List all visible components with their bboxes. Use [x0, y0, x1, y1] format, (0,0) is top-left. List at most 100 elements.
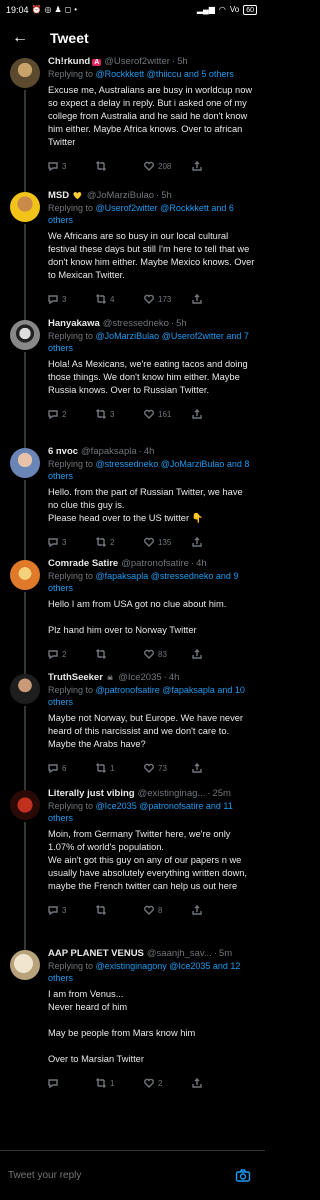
status-bar: 19:04 ⏰ ◎ ♟ ◻ • ▂▄▆ ◠ Vo 60 [0, 0, 265, 20]
retweet-icon [96, 409, 106, 419]
share-button[interactable] [192, 409, 240, 419]
share-icon [192, 294, 202, 304]
display-name[interactable]: Comrade Satire [48, 558, 118, 569]
like-button[interactable]: 2 [144, 1078, 192, 1088]
tweet[interactable]: Comrade Satire @patronofsatire · 4h Repl… [0, 558, 265, 674]
retweet-button[interactable] [96, 161, 144, 171]
avatar[interactable] [10, 790, 40, 820]
reply-button[interactable]: 3 [48, 161, 96, 171]
avatar[interactable] [10, 950, 40, 980]
share-button[interactable] [192, 161, 240, 171]
retweet-button[interactable]: 1 [96, 763, 144, 773]
share-button[interactable] [192, 1078, 240, 1088]
tweet-header: 6 пvoc @fapaksapla · 4h [48, 446, 255, 457]
avatar[interactable] [10, 58, 40, 88]
avatar[interactable] [10, 320, 40, 350]
reply-button[interactable]: 2 [48, 649, 96, 659]
user-handle[interactable]: @JoMarziBulao [87, 190, 154, 201]
user-handle[interactable]: @existinginag... [138, 788, 206, 799]
like-button[interactable]: 83 [144, 649, 192, 659]
separator-dot: · [170, 318, 175, 329]
separator-dot: · [163, 672, 167, 683]
replying-link[interactable]: @Rockkkett @thiiccu and 5 others [96, 69, 234, 79]
tweet-time: 25m [212, 788, 231, 799]
more-dot-icon: • [74, 5, 78, 14]
reply-button[interactable]: 6 [48, 763, 96, 773]
retweet-button[interactable] [96, 905, 144, 915]
retweet-button[interactable] [96, 649, 144, 659]
separator-dot: · [207, 788, 211, 799]
retweet-button[interactable]: 2 [96, 537, 144, 547]
replying-to: Replying to @Rockkkett @thiiccu and 5 ot… [48, 68, 255, 80]
share-button[interactable] [192, 763, 240, 773]
share-button[interactable] [192, 537, 240, 547]
share-icon [192, 763, 202, 773]
like-button[interactable]: 73 [144, 763, 192, 773]
display-name[interactable]: 6 пvoc [48, 446, 78, 457]
camera-icon[interactable] [235, 1168, 251, 1184]
user-handle[interactable]: @patronofsatire [121, 558, 189, 569]
tweet[interactable]: MSD 💛 @JoMarziBulao · 5h Replying to @Us… [0, 190, 265, 320]
display-name[interactable]: Hanyakawa [48, 318, 100, 329]
reply-button[interactable]: 3 [48, 294, 96, 304]
reply-icon [48, 906, 58, 915]
reply-button[interactable]: 2 [48, 409, 96, 419]
share-button[interactable] [192, 649, 240, 659]
like-count: 2 [158, 1078, 163, 1088]
share-icon [192, 905, 202, 915]
avatar[interactable] [10, 560, 40, 590]
display-name[interactable]: MSD [48, 190, 69, 201]
reply-icon [48, 410, 58, 419]
retweet-button[interactable]: 1 [96, 1078, 144, 1088]
display-name[interactable]: Ch!rkund [48, 56, 90, 67]
display-name[interactable]: AAP PLANET VENUS [48, 948, 144, 959]
display-name[interactable]: TruthSeeker [48, 672, 103, 683]
reply-icon [48, 764, 58, 773]
user-handle[interactable]: @Userof2witter [104, 56, 170, 67]
tweet-time: 5m [219, 948, 233, 959]
tweet-text: We Africans are so busy in our local cul… [48, 231, 255, 280]
tweet-time: 5h [177, 56, 188, 67]
tweet-time: 5h [161, 190, 172, 201]
tweet[interactable]: Literally just vibing @existinginag... ·… [0, 788, 265, 950]
tweet-actions: 1 2 [48, 1072, 255, 1094]
reply-icon [48, 650, 58, 659]
tweet[interactable]: TruthSeeker ☠ @Ice2035 · 4h Replying to … [0, 672, 265, 790]
retweet-button[interactable]: 3 [96, 409, 144, 419]
thread-line [24, 822, 26, 950]
reply-count: 3 [62, 161, 67, 171]
user-handle[interactable]: @Ice2035 [118, 672, 161, 683]
arrow-left-icon[interactable]: ← [12, 29, 28, 47]
share-button[interactable] [192, 905, 240, 915]
tweet-actions: 2 83 [48, 643, 255, 665]
like-button[interactable]: 173 [144, 294, 192, 304]
reply-count: 3 [62, 294, 67, 304]
user-handle[interactable]: @saanjh_sav... [147, 948, 212, 959]
tweet-text: Hello I am from USA got no clue about hi… [48, 599, 227, 635]
tweet-text: Maybe not Norway, but Europe. We have ne… [48, 713, 243, 749]
reply-button[interactable]: 3 [48, 537, 96, 547]
like-button[interactable]: 161 [144, 409, 192, 419]
reply-input[interactable] [8, 1170, 235, 1181]
tweet-text: Moin, from Germany Twitter here, we're o… [48, 829, 247, 891]
avatar[interactable] [10, 192, 40, 222]
tweet[interactable]: AAP PLANET VENUS @saanjh_sav... · 5m Rep… [0, 948, 265, 1098]
like-count: 83 [158, 649, 167, 659]
avatar[interactable] [10, 674, 40, 704]
like-button[interactable]: 135 [144, 537, 192, 547]
reply-button[interactable]: 3 [48, 905, 96, 915]
tweet[interactable]: Hanyakawa @stressedneko · 5h Replying to… [0, 318, 265, 448]
display-name[interactable]: Literally just vibing [48, 788, 135, 799]
tweet[interactable]: Ch!rkund A @Userof2witter · 5h Replying … [0, 56, 265, 192]
avatar[interactable] [10, 448, 40, 478]
share-button[interactable] [192, 294, 240, 304]
battery-level: 60 [246, 6, 254, 14]
like-button[interactable]: 8 [144, 905, 192, 915]
user-handle[interactable]: @stressedneko [103, 318, 169, 329]
retweet-button[interactable]: 4 [96, 294, 144, 304]
replying-to: Replying to @existinginagony @Ice2035 an… [48, 960, 255, 984]
tweet[interactable]: 6 пvoc @fapaksapla · 4h Replying to @str… [0, 446, 265, 560]
user-handle[interactable]: @fapaksapla [81, 446, 137, 457]
like-button[interactable]: 208 [144, 161, 192, 171]
reply-button[interactable] [48, 1078, 96, 1088]
